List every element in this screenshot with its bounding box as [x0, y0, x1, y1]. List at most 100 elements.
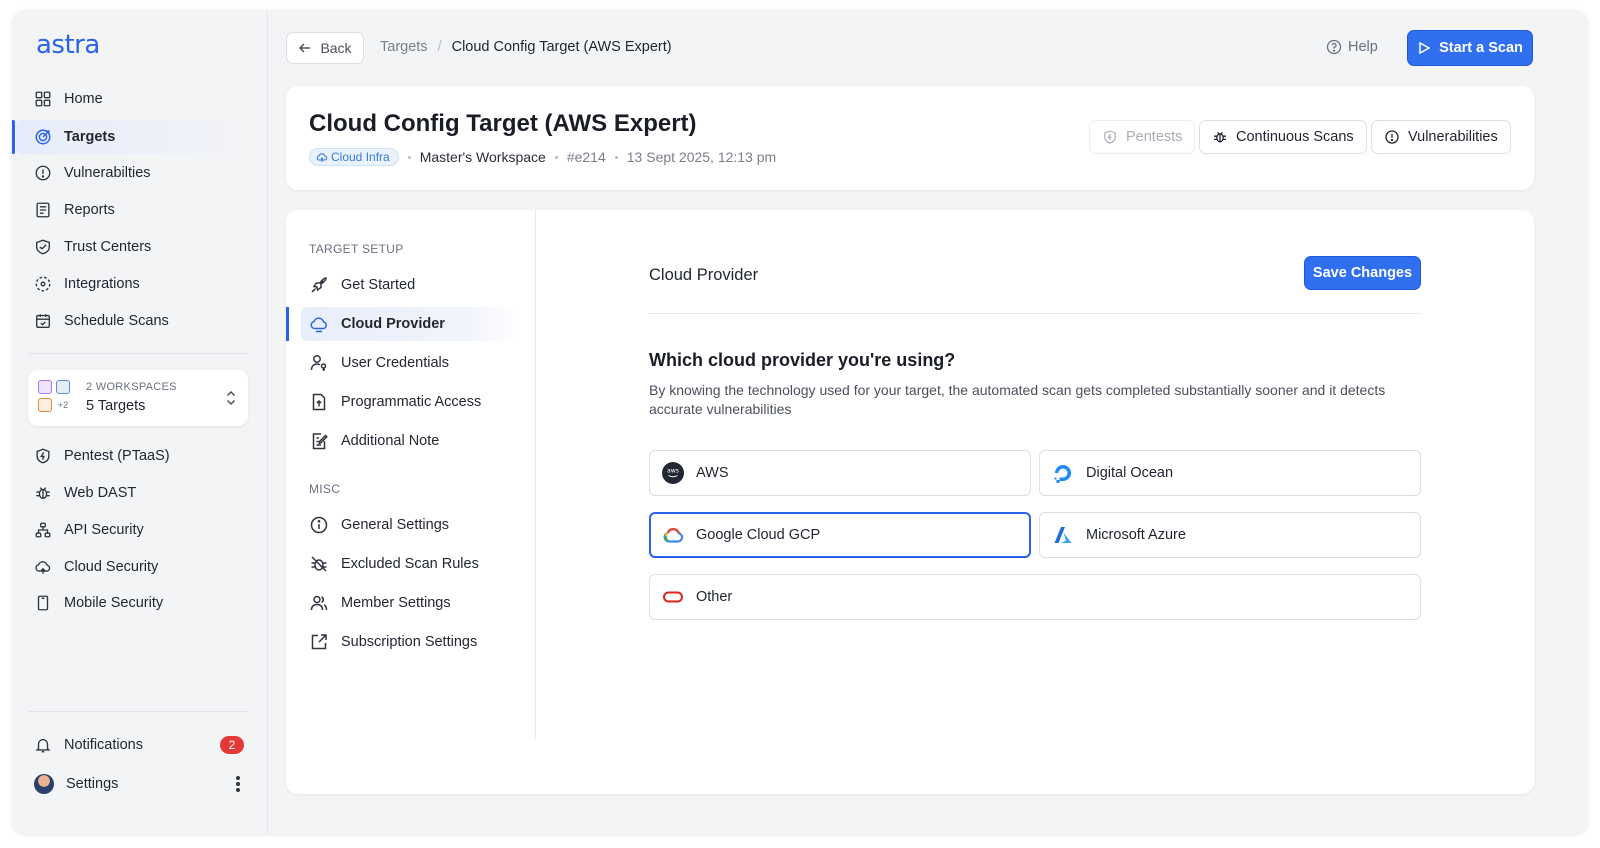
- target-settings-card: TARGET SETUP Get Started Cloud Provider …: [286, 210, 1534, 794]
- sidebar-item-targets[interactable]: Targets: [16, 120, 248, 154]
- sidebar-item-label: Vulnerabilties: [64, 165, 151, 181]
- report-icon: [36, 202, 50, 218]
- workspace-name: Master's Workspace: [419, 149, 546, 165]
- astra-logo[interactable]: astra: [36, 30, 100, 60]
- breadcrumb-targets[interactable]: Targets: [380, 39, 428, 55]
- arrow-left-icon: [299, 43, 311, 53]
- help-label: Help: [1348, 39, 1378, 55]
- sidebar-item-api-security[interactable]: API Security: [16, 513, 248, 547]
- breadcrumb-separator: /: [437, 39, 442, 55]
- workspace-extra-count: +2: [57, 400, 69, 410]
- breadcrumb: Targets / Cloud Config Target (AWS Exper…: [380, 39, 672, 55]
- bug-icon: [36, 487, 50, 500]
- nav-label: Additional Note: [341, 433, 440, 449]
- target-timestamp: 13 Sept 2025, 12:13 pm: [626, 149, 777, 165]
- sidebar-divider: [28, 711, 248, 712]
- meta-separator: [407, 155, 411, 159]
- provider-option-digital-ocean[interactable]: Digital Ocean: [1039, 450, 1421, 496]
- nav-user-credentials[interactable]: User Credentials: [301, 346, 521, 380]
- workspace-icon-orange: [38, 398, 52, 412]
- integrations-icon: [35, 276, 51, 292]
- provider-description: By knowing the technology used for your …: [649, 382, 1386, 417]
- bug-icon: [1214, 131, 1226, 143]
- svg-text:aws: aws: [667, 468, 679, 475]
- start-scan-button[interactable]: Start a Scan: [1407, 30, 1533, 66]
- sidebar-item-integrations[interactable]: Integrations: [16, 267, 248, 301]
- provider-option-aws[interactable]: aws AWS: [649, 450, 1031, 496]
- aws-icon: aws: [662, 462, 684, 484]
- handshake-icon: [36, 239, 50, 255]
- azure-icon: [1054, 527, 1072, 543]
- nav-label: Programmatic Access: [341, 394, 482, 410]
- nav-programmatic-access[interactable]: Programmatic Access: [301, 385, 521, 419]
- sidebar-item-label: Notifications: [64, 737, 143, 753]
- provider-option-azure[interactable]: Microsoft Azure: [1039, 512, 1421, 558]
- chevron-up-down-icon: [226, 390, 236, 406]
- sidebar-item-label: Settings: [66, 776, 119, 792]
- save-changes-button[interactable]: Save Changes: [1304, 256, 1421, 290]
- option-label: Other: [696, 589, 733, 605]
- target-icon: [35, 129, 51, 145]
- nav-member-settings[interactable]: Member Settings: [301, 586, 521, 620]
- sidebar-item-reports[interactable]: Reports: [16, 193, 248, 227]
- active-indicator: [12, 120, 15, 154]
- sidebar-item-label: Web DAST: [64, 485, 137, 501]
- sidebar-item-trust-centers[interactable]: Trust Centers: [16, 230, 248, 264]
- file-upload-icon: [312, 393, 326, 411]
- continuous-scans-button[interactable]: Continuous Scans: [1199, 120, 1367, 154]
- workspace-icon-blue: [56, 380, 70, 394]
- vulnerabilities-button[interactable]: Vulnerabilities: [1371, 120, 1511, 154]
- nav-get-started[interactable]: Get Started: [301, 268, 521, 302]
- more-vertical-icon[interactable]: [236, 776, 240, 792]
- sidebar-item-pentest[interactable]: Pentest (PTaaS): [16, 439, 248, 473]
- sidebar-item-mobile-security[interactable]: Mobile Security: [16, 586, 248, 620]
- bell-icon: [35, 738, 51, 753]
- nav-subscription-settings[interactable]: Subscription Settings: [301, 625, 521, 659]
- sidebar-item-notifications[interactable]: Notifications 2: [16, 728, 248, 762]
- sidebar-item-label: Targets: [64, 129, 116, 145]
- cloud-icon: [35, 561, 51, 574]
- nav-cloud-provider[interactable]: Cloud Provider: [301, 307, 521, 341]
- sidebar-item-label: Cloud Security: [64, 559, 159, 575]
- avatar[interactable]: [34, 774, 54, 794]
- nav-excluded-scan-rules[interactable]: Excluded Scan Rules: [301, 547, 521, 581]
- sidebar-divider: [28, 353, 248, 354]
- nav-label: Member Settings: [341, 595, 451, 611]
- sidebar-item-label: Trust Centers: [64, 239, 152, 255]
- target-meta: Cloud Infra Master's Workspace #e214 13 …: [309, 148, 776, 166]
- provider-option-other[interactable]: Other: [649, 574, 1421, 620]
- sidebar-item-vulnerabilities[interactable]: Vulnerabilties: [16, 156, 248, 190]
- target-settings-nav: TARGET SETUP Get Started Cloud Provider …: [286, 210, 536, 740]
- help-link[interactable]: Help: [1326, 39, 1378, 55]
- play-icon: [1419, 41, 1431, 55]
- vulnerabilities-label: Vulnerabilities: [1408, 129, 1498, 145]
- cloud-infra-tag: Cloud Infra: [309, 148, 399, 166]
- bug-off-icon: [311, 556, 327, 572]
- shield-icon: [36, 448, 50, 464]
- sidebar-item-schedule-scans[interactable]: Schedule Scans: [16, 304, 248, 338]
- sidebar-item-web-dast[interactable]: Web DAST: [16, 476, 248, 510]
- sidebar-item-home[interactable]: Home: [16, 82, 248, 116]
- provider-question: Which cloud provider you're using?: [649, 350, 956, 370]
- external-link-icon: [311, 634, 327, 650]
- workspace-switcher[interactable]: +2 2 WORKSPACES 5 Targets: [28, 370, 248, 426]
- back-button[interactable]: Back: [286, 32, 364, 64]
- pentests-button[interactable]: Pentests: [1089, 120, 1196, 154]
- nav-general-settings[interactable]: General Settings: [301, 508, 521, 542]
- section-label-target-setup: TARGET SETUP: [309, 242, 404, 256]
- option-label: AWS: [696, 465, 729, 481]
- digital-ocean-icon: [1054, 465, 1071, 483]
- info-icon: [310, 516, 328, 534]
- sidebar-item-label: Schedule Scans: [64, 313, 169, 329]
- grid-icon: [35, 91, 51, 107]
- sidebar: astra Home Targets Vulnerabilties Report…: [12, 10, 268, 834]
- nav-additional-note[interactable]: Additional Note: [301, 424, 521, 458]
- sidebar-item-cloud-security[interactable]: Cloud Security: [16, 550, 248, 584]
- help-circle-icon: [1326, 39, 1342, 55]
- sidebar-item-settings[interactable]: Settings: [16, 767, 248, 801]
- mobile-icon: [37, 595, 49, 611]
- sidebar-item-label: Mobile Security: [64, 595, 164, 611]
- provider-option-gcp[interactable]: Google Cloud GCP: [649, 512, 1031, 558]
- network-icon: [35, 522, 51, 538]
- users-icon: [310, 595, 328, 611]
